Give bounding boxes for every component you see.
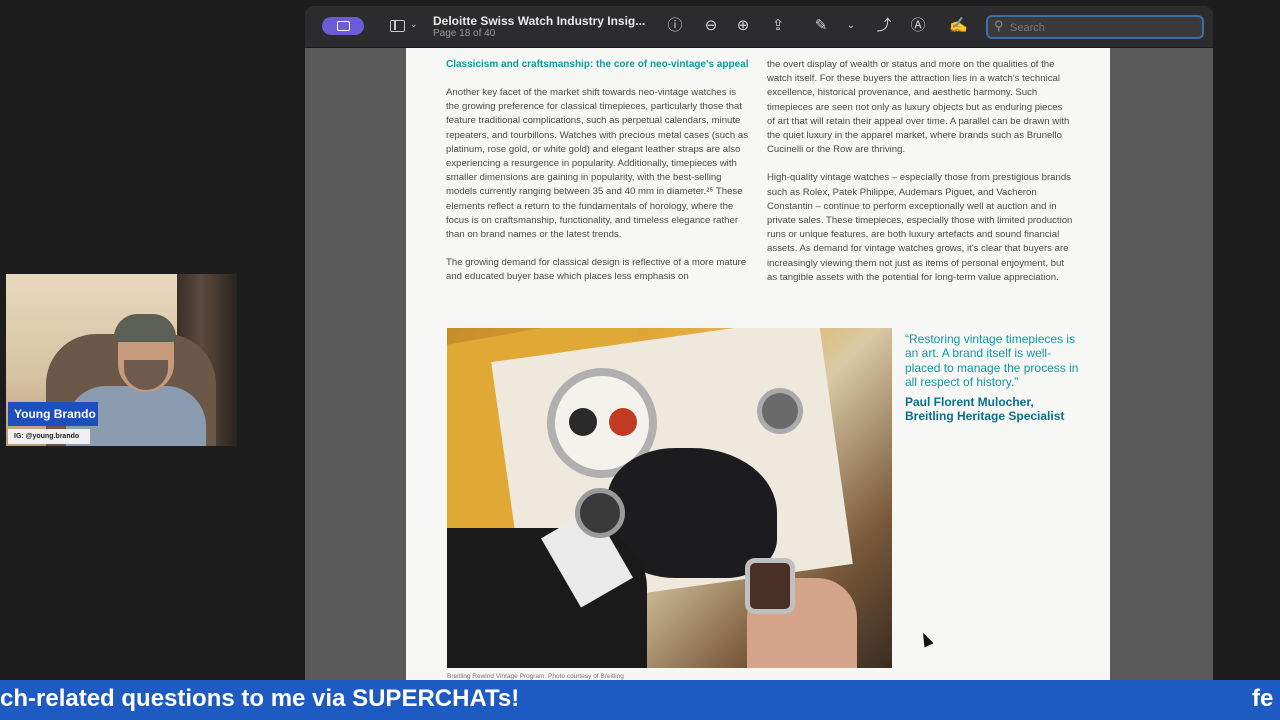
streamer-handle-tag: IG: @young.brando	[8, 429, 90, 444]
ticker-text: ch-related questions to me via SUPERCHAT…	[0, 685, 520, 712]
view-menu-button[interactable]: ⌄	[390, 18, 420, 36]
markup-icon[interactable]: ✎	[812, 17, 830, 35]
small-watch	[757, 388, 803, 434]
left-paragraph-2: The growing demand for classical design …	[446, 257, 747, 283]
search-input[interactable]	[1010, 20, 1190, 36]
photo-caption: Breitling Rewind Vintage Program. Photo …	[447, 673, 624, 680]
preview-window: ⌄ Deloitte Swiss Watch Industry Insig...…	[305, 6, 1213, 680]
held-watch	[745, 558, 795, 614]
stream-ticker: ch-related questions to me via SUPERCHAT…	[0, 680, 1280, 720]
page-indicator: Page 18 of 40	[433, 28, 496, 39]
streamer-name-tag: Young Brando	[8, 402, 98, 426]
document-title: Deloitte Swiss Watch Industry Insig...	[433, 14, 646, 28]
markup-chevron-down-icon[interactable]: ⌄	[842, 17, 860, 35]
pull-quote: “Restoring vintage timepieces is an art.…	[905, 332, 1079, 390]
left-column: Classicism and craftsmanship: the core o…	[446, 58, 752, 299]
view-icon	[390, 20, 405, 32]
webcam-person-cap	[114, 314, 176, 342]
right-paragraph-1: the overt display of wealth or status an…	[767, 59, 1070, 156]
pdf-page: Classicism and craftsmanship: the core o…	[406, 48, 1110, 680]
quote-author: Paul Florent Mulocher, Breitling Heritag…	[905, 395, 1065, 424]
right-paragraph-2: High-quality vintage watches – especiall…	[767, 172, 1073, 283]
section-heading: Classicism and craftsmanship: the core o…	[446, 59, 749, 70]
breitling-photo	[447, 328, 892, 668]
info-icon[interactable]: ⓘ	[666, 17, 684, 35]
annotate-icon[interactable]: Ⓐ	[909, 17, 927, 35]
right-column: the overt display of wealth or status an…	[767, 58, 1073, 299]
zoom-in-icon[interactable]: ⊕	[734, 17, 752, 35]
left-paragraph-1: Another key facet of the market shift to…	[446, 87, 748, 241]
rotate-icon[interactable]: ⤴	[875, 17, 893, 35]
share-icon[interactable]: ⇪	[769, 17, 787, 35]
window-toolbar: ⌄ Deloitte Swiss Watch Industry Insig...…	[305, 6, 1213, 48]
sidebar-toggle-button[interactable]	[322, 17, 364, 35]
search-field[interactable]: ⚲	[986, 15, 1204, 39]
wrist-watch	[575, 488, 625, 538]
signature-icon[interactable]: ✍	[949, 17, 968, 35]
chevron-down-icon: ⌄	[410, 19, 418, 29]
zoom-out-icon[interactable]: ⊖	[702, 17, 720, 35]
sidebar-icon	[337, 21, 350, 31]
search-icon: ⚲	[994, 18, 1004, 33]
ticker-next-text: fe	[1252, 685, 1274, 712]
